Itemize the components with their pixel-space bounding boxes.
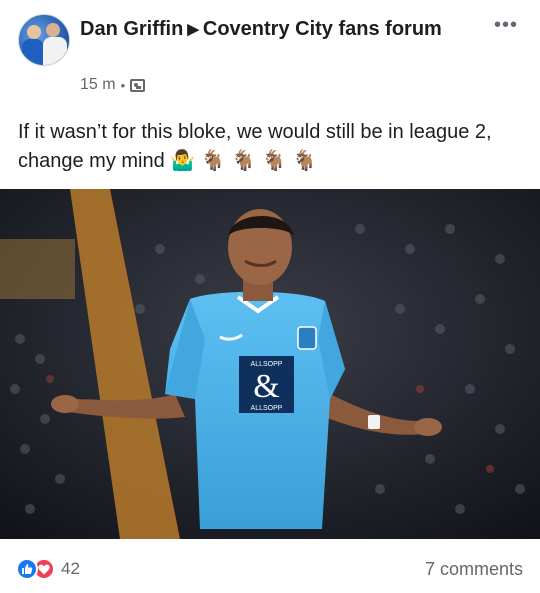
triangle-right-icon: ▶ — [187, 21, 199, 38]
player-photo: ALLSOPP & ALLSOPP — [0, 189, 540, 539]
post-photo[interactable]: ALLSOPP & ALLSOPP — [0, 189, 540, 539]
post-time[interactable]: 15 m — [80, 76, 116, 94]
like-reaction-icon — [16, 558, 38, 580]
post-title: Dan Griffin ▶ Coventry City fans forum — [80, 16, 480, 43]
meta-separator: • — [120, 77, 126, 93]
author-name[interactable]: Dan Griffin — [80, 18, 183, 40]
sponsor-bottom-text: ALLSOPP — [251, 405, 283, 412]
reactions-summary[interactable]: 42 — [16, 558, 80, 580]
comments-link[interactable]: 7 comments — [425, 559, 523, 580]
more-options-button[interactable]: ••• — [494, 14, 518, 37]
group-privacy-icon — [130, 78, 146, 92]
post-meta: 15 m • — [80, 76, 146, 94]
post-text: If it wasn’t for this bloke, we would st… — [18, 121, 492, 172]
reaction-count: 42 — [61, 559, 80, 578]
sponsor-top-text: ALLSOPP — [251, 361, 283, 368]
author-avatar[interactable] — [18, 14, 70, 66]
group-name[interactable]: Coventry City fans forum — [203, 18, 442, 40]
post-footer: 42 7 comments — [0, 548, 540, 593]
post-header: Dan Griffin ▶ Coventry City fans forum 15 … — [0, 0, 540, 110]
sponsor-mark-text: & — [253, 368, 279, 405]
